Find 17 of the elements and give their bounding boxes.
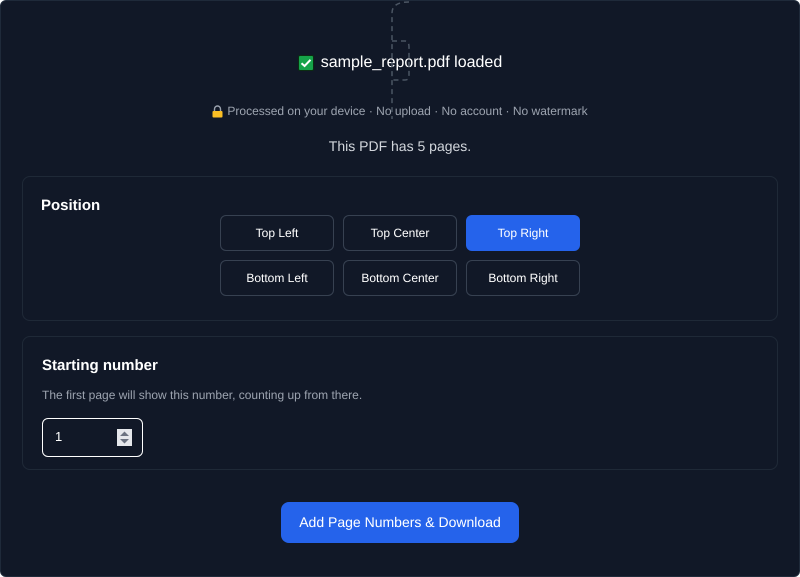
starting-number-description: The first page will show this number, counting up from there. <box>42 386 364 404</box>
page-count: This PDF has 5 pages. <box>328 137 472 156</box>
privacy-note: Processed on your device · No upload · No account · No watermark <box>227 103 588 120</box>
checkmark-icon <box>298 55 314 71</box>
starting-number-title: Starting number <box>42 356 159 376</box>
file-status: sample_report.pdf loaded <box>320 53 502 73</box>
position-option[interactable]: Bottom Left <box>220 260 334 296</box>
number-field[interactable]: 1 <box>42 418 143 456</box>
spinner-icon[interactable] <box>117 428 132 446</box>
position-title: Position <box>41 196 102 216</box>
position-option[interactable]: Bottom Right <box>466 260 580 296</box>
position-option[interactable]: Top Center <box>343 214 457 250</box>
download-button[interactable]: Add Page Numbers & Download <box>281 502 519 543</box>
lock-icon <box>212 104 224 118</box>
position-option[interactable]: Bottom Center <box>343 260 457 296</box>
position-option[interactable]: Top Right <box>466 214 580 250</box>
position-option[interactable]: Top Left <box>220 214 334 250</box>
